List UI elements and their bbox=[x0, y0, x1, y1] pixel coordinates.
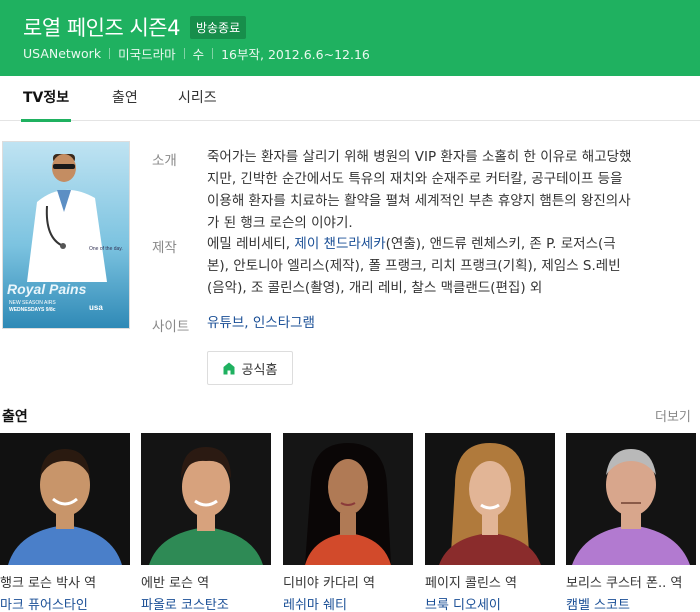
network-link[interactable]: USANetwork bbox=[23, 46, 101, 61]
episode-info: 16부작, 2012.6.6~12.16 bbox=[221, 47, 370, 62]
instagram-link[interactable]: 인스타그램 bbox=[253, 315, 315, 331]
cast-name-link[interactable]: 파올로 코스탄조 bbox=[141, 594, 271, 612]
site-label: 사이트 bbox=[152, 319, 190, 335]
cast-name-link[interactable]: 마크 퓨어스타인 bbox=[0, 594, 130, 612]
synopsis-line: 죽어가는 환자를 살리기 위해 병원의 VIP 환자를 소홀히 한 이유로 해고… bbox=[207, 149, 632, 165]
synopsis: 죽어가는 환자를 살리기 위해 병원의 VIP 환자를 소홀히 한 이유로 해고… bbox=[207, 146, 677, 234]
cast-card[interactable]: 에반 로슨 역 파올로 코스탄조 bbox=[141, 433, 271, 612]
cast-name-link[interactable]: 브룩 디오세이 bbox=[425, 594, 555, 612]
divider bbox=[109, 48, 111, 59]
director-link[interactable]: 제이 챈드라세카 bbox=[294, 236, 385, 252]
cast-section-title: 출연 bbox=[2, 409, 28, 425]
cast-card[interactable]: 페이지 콜린스 역 브룩 디오세이 bbox=[425, 433, 555, 612]
poster-sub1: NEW SEASON AIRS bbox=[9, 300, 56, 306]
cast-role: 행크 로슨 박사 역 bbox=[0, 576, 97, 591]
divider bbox=[212, 48, 214, 59]
official-home-label: 공식홈 bbox=[241, 362, 278, 378]
production-text: (연출), 앤드류 렌체스키, 존 P. 로저스(극 bbox=[385, 236, 616, 252]
cast-photo[interactable] bbox=[425, 433, 555, 565]
divider bbox=[183, 48, 185, 59]
production-line: 본), 안토니아 엘리스(제작), 폴 프랭크, 리치 프랭크(기획), 제임스… bbox=[207, 258, 621, 274]
genre: 미국드라마 bbox=[118, 47, 176, 62]
cast-role: 페이지 콜린스 역 bbox=[425, 576, 517, 591]
cast-card[interactable]: 행크 로슨 박사 역 마크 퓨어스타인 bbox=[0, 433, 130, 612]
production-line: (음악), 조 콜린스(촬영), 개리 레비, 찰스 맥클랜드(편집) 외 bbox=[207, 280, 543, 296]
cast-card[interactable]: 디비야 카다리 역 레쉬마 쉐티 bbox=[283, 433, 413, 612]
more-link[interactable]: 더보기 bbox=[655, 406, 691, 425]
cast-card[interactable]: 보리스 쿠스터 폰.. 역 캠벨 스코트 bbox=[566, 433, 696, 612]
meta-row: USANetwork 미국드라마 수 16부작, 2012.6.6~12.16 bbox=[23, 44, 370, 63]
status-badge: 방송종료 bbox=[189, 15, 247, 39]
cast-name-link[interactable]: 레쉬마 쉐티 bbox=[283, 594, 413, 612]
cast-role: 에반 로슨 역 bbox=[141, 576, 210, 591]
cast-photo[interactable] bbox=[283, 433, 413, 565]
site-separator: , bbox=[244, 315, 253, 331]
header: 로열 페인즈 시즌4 방송종료 USANetwork 미국드라마 수 16부작,… bbox=[0, 0, 700, 76]
tab-tv-info[interactable]: TV정보 bbox=[20, 76, 72, 122]
page-title: 로열 페인즈 시즌4 bbox=[23, 16, 180, 40]
synopsis-label: 소개 bbox=[152, 153, 177, 169]
synopsis-line: 가 된 행크 로슨의 이야기. bbox=[207, 215, 353, 231]
cast-photo[interactable] bbox=[141, 433, 271, 565]
synopsis-line: 지만, 긴박한 순간에서도 특유의 재치와 순재주로 커터칼, 공구테이프 등을 bbox=[207, 171, 623, 187]
tab-cast[interactable]: 출연 bbox=[112, 76, 138, 121]
poster-sub2: WEDNESDAYS 9/8c bbox=[9, 307, 56, 313]
youtube-link[interactable]: 유튜브 bbox=[207, 315, 244, 331]
poster-logo: usa bbox=[89, 303, 103, 312]
production-text: 에밀 레비세티, bbox=[207, 236, 295, 252]
poster-image[interactable]: One of the day. Royal Pains NEW SEASON A… bbox=[2, 141, 130, 329]
tab-series[interactable]: 시리즈 bbox=[178, 76, 217, 121]
poster-title: Royal Pains bbox=[7, 281, 87, 297]
home-icon bbox=[223, 362, 235, 374]
production-line: 에밀 레비세티, 제이 챈드라세카(연출), 앤드류 렌체스키, 존 P. 로저… bbox=[207, 233, 677, 255]
poster-tagline: One of the day. bbox=[89, 246, 123, 252]
cast-photo[interactable] bbox=[566, 433, 696, 565]
synopsis-line: 이용해 환자를 치료하는 활약을 펼쳐 세계적인 부촌 휴양지 햄튼의 왕진의사 bbox=[207, 193, 631, 209]
cast-role: 보리스 쿠스터 폰.. 역 bbox=[566, 576, 683, 591]
title-row: 로열 페인즈 시즌4 방송종료 bbox=[23, 12, 247, 42]
air-day: 수 bbox=[192, 47, 205, 62]
official-home-button[interactable]: 공식홈 bbox=[207, 351, 293, 385]
site-links: 유튜브, 인스타그램 bbox=[207, 312, 677, 334]
poster-art: One of the day. Royal Pains NEW SEASON A… bbox=[3, 142, 129, 328]
production-credits: 에밀 레비세티, 제이 챈드라세카(연출), 앤드류 렌체스키, 존 P. 로저… bbox=[207, 233, 677, 299]
production-label: 제작 bbox=[152, 240, 177, 256]
cast-role: 디비야 카다리 역 bbox=[283, 576, 375, 591]
cast-photo[interactable] bbox=[0, 433, 130, 565]
tab-bar: TV정보 출연 시리즈 bbox=[0, 76, 700, 122]
cast-name-link[interactable]: 캠벨 스코트 bbox=[566, 594, 696, 612]
